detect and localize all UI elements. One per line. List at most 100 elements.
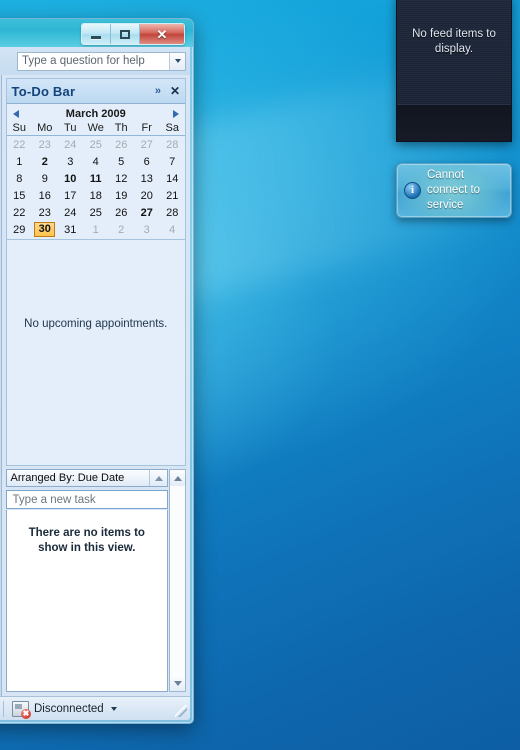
calendar-day-adjacent-month[interactable]: 27 [134,136,159,154]
calendar-weekday-su: Su [6,122,33,136]
calendar-day-adjacent-month[interactable]: 24 [58,136,83,154]
window-controls: ✕ [81,23,185,45]
feed-gadget-footer [397,104,511,141]
calendar-day[interactable]: 8 [7,170,32,187]
calendar-day-adjacent-month[interactable]: 25 [83,136,108,154]
calendar-day[interactable]: 29 [7,221,32,238]
maximize-icon [120,29,130,39]
window-title-bar[interactable]: ✕ [0,19,193,47]
calendar-day[interactable]: 20 [134,187,159,204]
calendar-day[interactable]: 23 [32,204,57,221]
connection-status-label: Disconnected [34,702,104,715]
calendar-day[interactable]: 17 [58,187,83,204]
appointments-empty-text: No upcoming appointments. [24,318,168,330]
calendar-day[interactable]: 16 [32,187,57,204]
calendar-day[interactable]: 21 [159,187,185,204]
minimize-button[interactable] [82,24,111,44]
calendar-day-with-appointments[interactable]: 10 [58,170,83,187]
task-list[interactable]: There are no items to show in this view. [5,510,168,692]
outlook-body: To-Do Bar » ✕ March 2009 Su Mo Tu We Th Fr Sa [0,75,190,696]
calendar-week-row: 8 9 10 11 12 13 14 [7,170,185,187]
calendar-day-adjacent-month[interactable]: 28 [159,136,185,154]
calendar-day[interactable]: 6 [134,153,159,170]
calendar-week-row: 15 16 17 18 19 20 21 [7,187,185,204]
calendar-weekday-header: Su Mo Tu We Th Fr Sa [6,122,185,136]
maximize-button[interactable] [111,24,140,44]
calendar-day-adjacent-month[interactable]: 3 [134,221,159,238]
calendar-body: 22 23 24 25 26 27 28 1 2 3 4 5 6 7 8 9 10 11 12 13 14 15 16 17 1… [7,136,185,239]
calendar-week-row: 1234567 [7,153,185,170]
sort-ascending-icon [154,475,163,481]
sort-order-button[interactable] [149,470,167,486]
service-status-gadget[interactable]: i Cannot connect to service [396,163,512,218]
calendar-day-today[interactable]: 30 [32,221,57,238]
outlook-client-area: Type a question for help To-Do Bar » ✕ M… [0,47,190,720]
arranged-by-header[interactable]: Arranged By: Due Date [5,469,168,487]
calendar-day-adjacent-month[interactable]: 2 [108,221,133,238]
calendar-day-adjacent-month[interactable]: 1 [83,221,108,238]
calendar-weekday-fr: Fr [133,122,160,136]
appointments-pane[interactable]: No upcoming appointments. [5,240,186,466]
connection-status-button[interactable]: ✖ Disconnected [4,700,117,719]
calendar-day[interactable]: 13 [134,170,159,187]
calendar-day[interactable]: 7 [159,153,185,170]
task-list-empty-text: There are no items to show in this view. [28,527,145,554]
scrollbar-track[interactable] [170,486,185,675]
scroll-down-button[interactable] [170,675,185,691]
calendar-day[interactable]: 14 [159,170,185,187]
calendar-day[interactable]: 24 [58,204,83,221]
calendar-day[interactable]: 4 [83,153,108,170]
to-do-bar-title: To-Do Bar [11,83,76,99]
calendar-day[interactable]: 22 [7,204,32,221]
calendar-day-adjacent-month[interactable]: 23 [32,136,57,154]
close-icon: ✕ [156,26,168,42]
calendar-week-row: 22 23 24 25 26 27 28 [7,136,185,154]
scroll-up-button[interactable] [170,470,185,486]
disconnected-icon: ✖ [12,700,31,719]
minimize-icon [91,35,101,39]
window-resize-grip[interactable] [175,705,187,717]
calendar-week-row: 22 23 24 25 26 27 28 [7,204,185,221]
calendar-day[interactable]: 31 [58,221,83,238]
calendar-day[interactable]: 5 [108,153,133,170]
calendar-weekday-sa: Sa [159,122,185,136]
calendar-day-adjacent-month[interactable]: 4 [159,221,185,238]
calendar-day-adjacent-month[interactable]: 22 [7,136,32,154]
calendar-weekday-mo: Mo [32,122,58,136]
calendar-day[interactable]: 18 [83,187,108,204]
new-task-input[interactable]: Type a new task [5,490,168,509]
task-pane: Arranged By: Due Date Type a new task Th… [5,469,186,692]
calendar-weekday-we: We [83,122,109,136]
chevron-down-icon [174,59,181,63]
calendar-day[interactable]: 28 [159,204,185,221]
scroll-down-icon [173,680,182,686]
calendar-day-with-appointments[interactable]: 27 [134,204,159,221]
calendar-day[interactable]: 1 [7,153,32,170]
calendar-day[interactable]: 25 [83,204,108,221]
calendar-day[interactable]: 9 [32,170,57,187]
help-dropdown-button[interactable] [169,52,185,70]
calendar-day[interactable]: 3 [58,153,83,170]
calendar-day[interactable]: 15 [7,187,32,204]
previous-month-arrow-icon[interactable] [12,109,19,118]
calendar-week-row: 29 30 31 1 2 3 4 [7,221,185,238]
calendar-day[interactable]: 26 [108,204,133,221]
feed-headlines-gadget[interactable]: No feed items to display. [396,0,512,142]
expand-to-do-bar-button[interactable]: » [155,85,170,97]
close-button[interactable]: ✕ [140,24,184,44]
help-toolbar-row: Type a question for help [0,47,190,75]
month-navigation-row: March 2009 [7,104,185,122]
task-list-scrollbar[interactable] [169,469,186,692]
help-search-input[interactable]: Type a question for help [18,55,169,67]
next-month-arrow-icon[interactable] [173,109,179,118]
calendar-day-adjacent-month[interactable]: 26 [108,136,133,154]
feed-empty-text: No feed items to display. [412,28,496,55]
calendar-day-with-appointments[interactable]: 11 [83,170,108,187]
calendar-day[interactable]: 19 [108,187,133,204]
outlook-window: ✕ Type a question for help To-Do Bar » ✕… [0,18,194,724]
calendar-day[interactable]: 12 [108,170,133,187]
to-do-bar-header: To-Do Bar » ✕ [5,78,186,104]
close-to-do-bar-button[interactable]: ✕ [170,84,180,99]
calendar-day-with-appointments[interactable]: 2 [32,153,57,170]
help-search-box[interactable]: Type a question for help [17,51,186,71]
